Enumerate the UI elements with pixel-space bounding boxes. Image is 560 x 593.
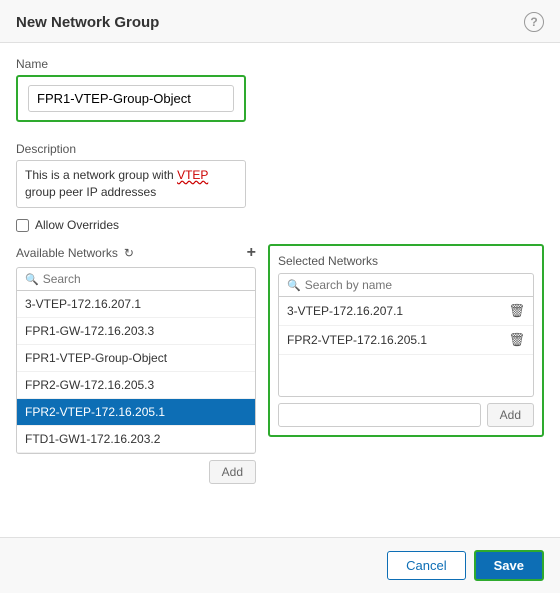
selected-list-item: FPR2-VTEP-172.16.205.1 🗑 [279, 326, 533, 355]
available-add-button[interactable]: Add [209, 460, 256, 484]
selected-add-button[interactable]: Add [487, 403, 534, 427]
list-item[interactable]: FPR1-VTEP-Group-Object [17, 345, 255, 372]
description-text-before: This is a network group with [25, 168, 177, 182]
name-field-section: Name [16, 57, 544, 132]
networks-section: Available Networks ↻ + 🔍 3-VTEP-172.16.2… [16, 244, 544, 484]
selected-item-name: FPR2-VTEP-172.16.205.1 [287, 333, 427, 347]
dialog-body: Name Description This is a network group… [0, 43, 560, 537]
help-icon[interactable]: ? [524, 12, 544, 32]
selected-add-input[interactable] [278, 403, 481, 427]
list-item[interactable]: 3-VTEP-172.16.207.1 [17, 291, 255, 318]
selected-networks-search-wrap: 🔍 [278, 273, 534, 297]
description-section: Description This is a network group with… [16, 142, 544, 208]
selected-networks-list: 3-VTEP-172.16.207.1 🗑 FPR2-VTEP-172.16.2… [278, 297, 534, 397]
allow-overrides-checkbox[interactable] [16, 219, 29, 232]
allow-overrides-section: Allow Overrides [16, 218, 544, 232]
save-button[interactable]: Save [474, 550, 544, 581]
list-item[interactable]: FPR1-GW-172.16.203.3 [17, 318, 255, 345]
description-vtep: VTEP [177, 168, 208, 182]
remove-item-icon[interactable]: 🗑 [508, 332, 525, 348]
refresh-icon[interactable]: ↻ [124, 246, 134, 260]
dialog-header: New Network Group ? [0, 0, 560, 43]
available-networks-search-wrap: 🔍 [16, 267, 256, 291]
description-label: Description [16, 142, 544, 156]
available-networks-panel: Available Networks ↻ + 🔍 3-VTEP-172.16.2… [16, 244, 256, 484]
remove-item-icon[interactable]: 🗑 [508, 303, 525, 319]
dialog-title: New Network Group [16, 14, 159, 31]
name-box-outline [16, 75, 246, 122]
selected-networks-panel: Selected Networks 🔍 3-VTEP-172.16.207.1 … [268, 244, 544, 437]
available-networks-title-group: Available Networks ↻ [16, 246, 134, 260]
name-label: Name [16, 57, 544, 71]
allow-overrides-label: Allow Overrides [35, 218, 119, 232]
selected-item-name: 3-VTEP-172.16.207.1 [287, 304, 403, 318]
selected-networks-bottom: Add [278, 403, 534, 427]
available-networks-label: Available Networks [16, 246, 118, 260]
dialog-footer: Cancel Save [0, 537, 560, 593]
selected-list-item: 3-VTEP-172.16.207.1 🗑 [279, 297, 533, 326]
add-network-icon[interactable]: + [247, 244, 256, 262]
list-item[interactable]: FTD1-GW1-172.16.203.2 [17, 426, 255, 453]
name-input[interactable] [28, 85, 234, 112]
cancel-button[interactable]: Cancel [387, 551, 465, 580]
available-search-icon: 🔍 [25, 273, 39, 286]
new-network-group-dialog: New Network Group ? Name Description Thi… [0, 0, 560, 593]
available-networks-list: 3-VTEP-172.16.207.1 FPR1-GW-172.16.203.3… [16, 291, 256, 454]
available-networks-search-input[interactable] [43, 272, 247, 286]
description-box: This is a network group with VTEP group … [16, 160, 246, 208]
selected-networks-label: Selected Networks [278, 254, 534, 268]
selected-search-icon: 🔍 [287, 279, 301, 292]
list-item[interactable]: FPR2-GW-172.16.205.3 [17, 372, 255, 399]
list-item-selected[interactable]: FPR2-VTEP-172.16.205.1 [17, 399, 255, 426]
selected-networks-search-input[interactable] [305, 278, 525, 292]
description-text-after: group peer IP addresses [25, 185, 156, 199]
available-networks-header: Available Networks ↻ + [16, 244, 256, 262]
